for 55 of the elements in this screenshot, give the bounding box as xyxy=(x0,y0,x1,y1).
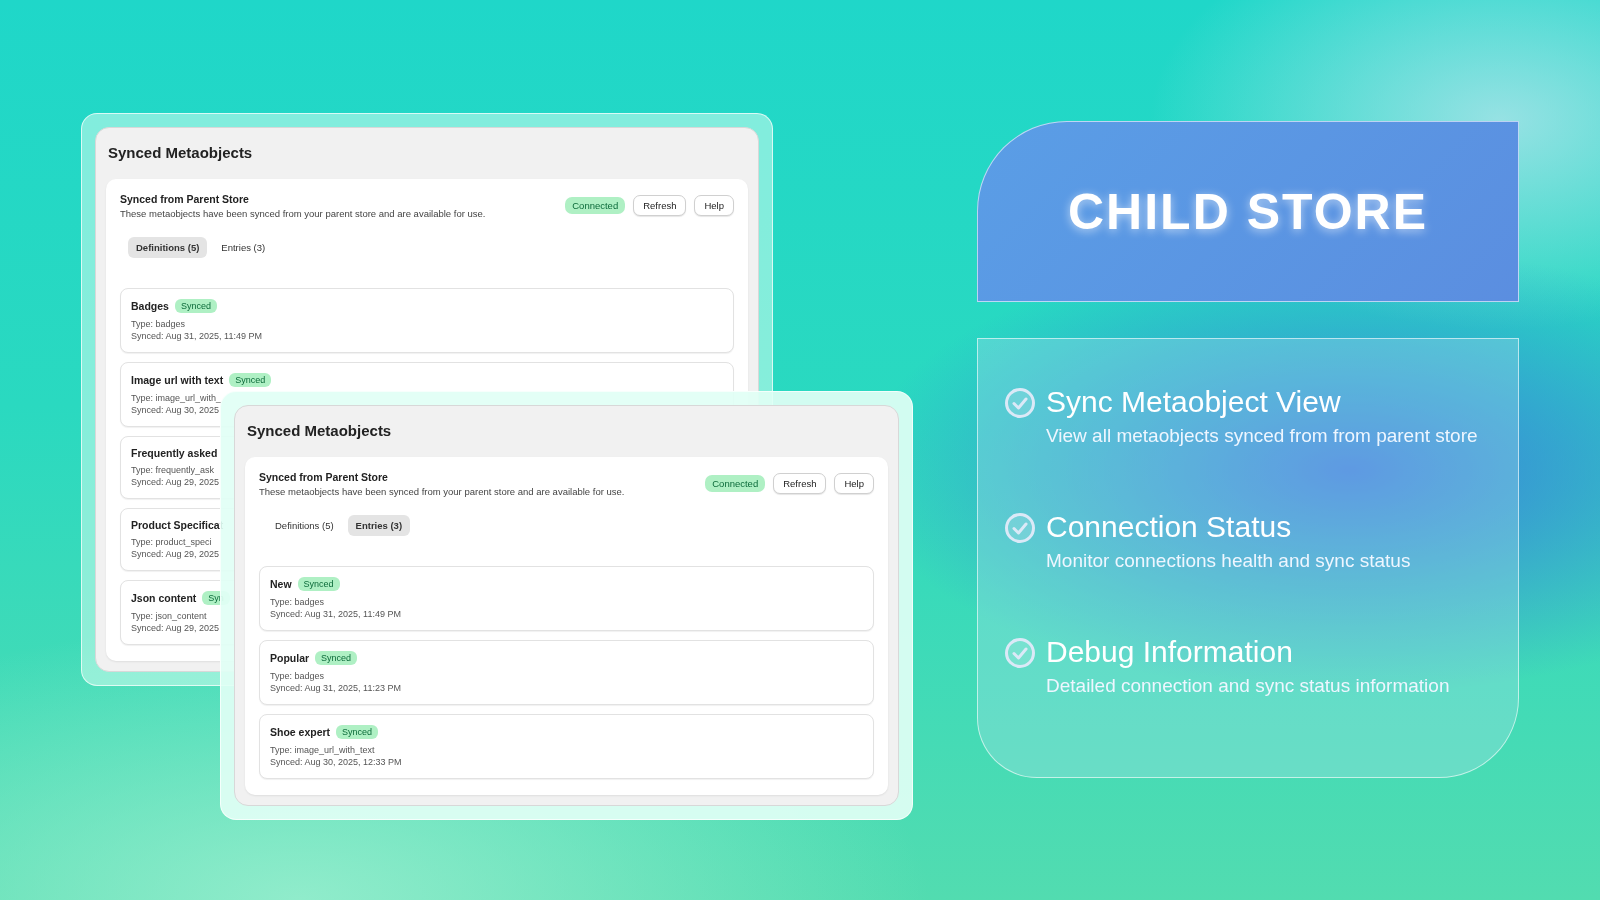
item-synced-date: Synced: Aug 29, 2025 xyxy=(131,622,220,634)
item-synced-date: Synced: Aug 31, 2025, 11:49 PM xyxy=(270,608,401,620)
item-name: Badges xyxy=(131,300,169,312)
item-synced-date: Synced: Aug 29, 2025 xyxy=(131,476,220,488)
item-name: Frequently asked xyxy=(131,447,218,459)
feature-title: Sync Metaobject View xyxy=(1046,385,1342,419)
item-name: Product Specificat xyxy=(131,519,224,531)
check-circle-icon xyxy=(1004,387,1036,419)
item-synced-date: Synced: Aug 31, 2025, 11:49 PM xyxy=(131,330,262,342)
item-type: Type: image_url_with_ xyxy=(131,392,222,404)
hero-title: CHILD STORE xyxy=(1068,182,1428,241)
synced-badge: Synced xyxy=(336,725,379,739)
action-button[interactable]: Help xyxy=(694,195,734,216)
synced-badge: Synced xyxy=(297,577,340,591)
item-name: Popular xyxy=(270,652,310,664)
section-description: These metaobjects have been synced from your parent store and are available for use. xyxy=(120,208,486,219)
tab[interactable]: Definitions (5) xyxy=(128,237,208,258)
action-button[interactable]: Refresh xyxy=(633,195,687,216)
item-type: Type: badges xyxy=(270,670,325,682)
item-name: New xyxy=(270,578,292,590)
item-synced-date: Synced: Aug 30, 2025, 12:33 PM xyxy=(270,756,402,768)
item-name: Json content xyxy=(131,592,197,604)
item-synced-date: Synced: Aug 30, 2025 xyxy=(131,404,220,416)
check-circle-icon xyxy=(1004,637,1036,669)
tab[interactable]: Entries (3) xyxy=(347,515,411,536)
item-name: Shoe expert xyxy=(270,726,331,738)
feature-description: View all metaobjects synced from from parent store xyxy=(1046,424,1478,448)
action-button[interactable]: Refresh xyxy=(773,473,827,494)
tab[interactable]: Definitions (5) xyxy=(267,515,342,536)
status-badge: Connected xyxy=(705,475,766,492)
item-name: Image url with text xyxy=(131,374,224,386)
section-title: Synced from Parent Store xyxy=(120,193,249,205)
status-badge: Connected xyxy=(565,197,626,214)
feature-title: Debug Information xyxy=(1046,635,1294,669)
synced-badge: Synced xyxy=(229,373,272,387)
item-type: Type: frequently_ask xyxy=(131,464,215,476)
panel-title: Synced Metaobjects xyxy=(108,144,253,161)
action-button[interactable]: Help xyxy=(834,473,874,494)
item-type: Type: product_speci xyxy=(131,536,212,548)
synced-badge: Synced xyxy=(315,651,358,665)
section-description: These metaobjects have been synced from your parent store and are available for use. xyxy=(259,486,625,497)
check-circle-icon xyxy=(1004,512,1036,544)
item-synced-date: Synced: Aug 29, 2025 xyxy=(131,548,220,560)
feature-description: Detailed connection and sync status information xyxy=(1046,674,1450,698)
synced-badge: Synced xyxy=(174,299,217,313)
item-type: Type: json_content xyxy=(131,610,207,622)
feature-description: Monitor connections health and sync status xyxy=(1046,549,1411,573)
item-type: Type: image_url_with_text xyxy=(270,744,375,756)
feature-title: Connection Status xyxy=(1046,510,1293,544)
panel-title: Synced Metaobjects xyxy=(247,422,392,439)
item-type: Type: badges xyxy=(270,596,325,608)
item-type: Type: badges xyxy=(131,318,186,330)
section-title: Synced from Parent Store xyxy=(259,471,388,483)
tab[interactable]: Entries (3) xyxy=(213,237,274,258)
item-synced-date: Synced: Aug 31, 2025, 11:23 PM xyxy=(270,682,401,694)
